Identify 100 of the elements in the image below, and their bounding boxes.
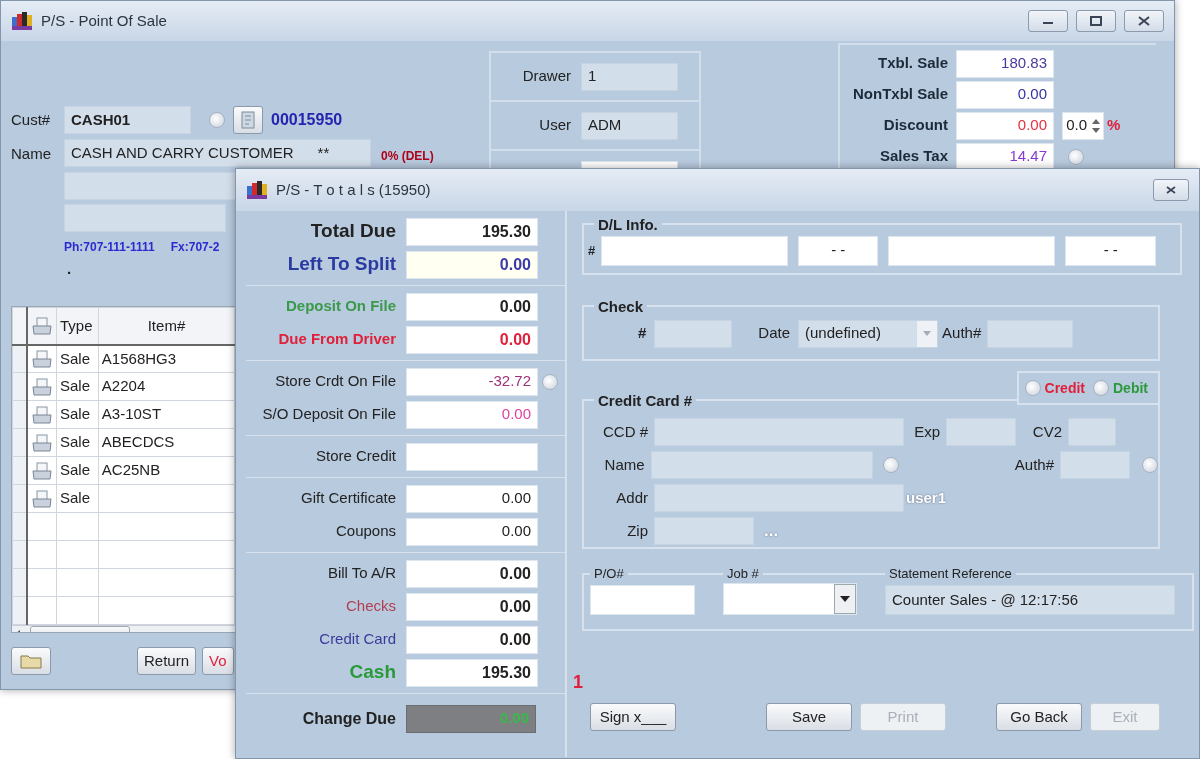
close-button[interactable] (1153, 179, 1189, 201)
column-header: Item# (98, 307, 235, 345)
tray-icon (31, 348, 53, 369)
statement-field[interactable]: Counter Sales - @ 12:17:56 (885, 585, 1175, 615)
address-field[interactable] (654, 484, 904, 512)
amount-field[interactable]: 0.00 (406, 484, 538, 513)
customer-field[interactable]: CASH01 (64, 106, 191, 134)
maximize-button[interactable] (1076, 10, 1116, 32)
amount-field[interactable]: 0.00 (406, 517, 538, 546)
discount-spinner[interactable]: 0.0 (1062, 111, 1104, 140)
license-field[interactable] (888, 235, 1056, 266)
tray-icon (31, 488, 53, 509)
amount-field[interactable]: 0.00 (406, 592, 538, 621)
action-button[interactable]: Vo (202, 647, 234, 675)
field-label: Zip (626, 520, 648, 541)
table-cell: ABECDCS (98, 428, 235, 457)
check-number-field[interactable] (654, 319, 733, 348)
cv2-field[interactable] (1068, 418, 1116, 446)
zip-field[interactable] (654, 517, 754, 545)
amount-field[interactable]: 0.00 (406, 559, 538, 588)
lookup-button[interactable] (233, 106, 263, 134)
field-label: # (588, 241, 596, 260)
radio-button[interactable] (882, 457, 899, 473)
amount-field[interactable]: 0.00 (406, 325, 538, 354)
amount-label: Total Due (309, 219, 396, 244)
license-field[interactable]: - - (1065, 235, 1157, 266)
field-label: User (538, 115, 571, 136)
close-icon (1166, 186, 1176, 194)
amount-label: Due From Driver (277, 329, 396, 350)
auth-field[interactable] (1060, 451, 1130, 479)
radio-button[interactable] (209, 112, 225, 128)
radio-button[interactable] (1142, 457, 1158, 473)
document-icon (241, 111, 255, 129)
summary-label: Sales Tax (878, 146, 948, 167)
amount-field[interactable]: 0.00 (406, 250, 538, 279)
caret-icon (840, 596, 850, 602)
session-field[interactable]: 1 (581, 62, 678, 91)
amount-label: Change Due (301, 708, 396, 729)
amount-label: Cash (348, 660, 396, 685)
note-text: . (67, 259, 72, 279)
tray-icon (31, 404, 53, 425)
radio-button[interactable] (1024, 380, 1041, 396)
invoice-number: 00015950 (271, 110, 343, 130)
amount-field[interactable]: 195.30 (406, 658, 538, 687)
change-due-field: 0.00 (406, 704, 536, 733)
summary-field[interactable]: 14.47 (956, 142, 1054, 171)
app-icon (246, 180, 268, 200)
close-icon (1138, 16, 1150, 26)
field-label: Date (758, 323, 791, 344)
table-cell: Sale (56, 484, 99, 513)
tray-icon (31, 460, 53, 481)
table-cell: A3-10ST (98, 400, 235, 429)
column-header: Type (56, 307, 99, 345)
date-dropdown[interactable]: (undefined) (798, 319, 939, 348)
auth-field[interactable] (987, 319, 1074, 348)
radio-button[interactable] (1068, 148, 1084, 165)
dialog-button[interactable]: Go Back (996, 703, 1082, 731)
summary-label: Txbl. Sale (876, 53, 948, 74)
expiry-field[interactable] (946, 418, 1016, 446)
summary-field[interactable]: 0.00 (956, 80, 1054, 109)
session-field[interactable]: ADM (581, 111, 678, 140)
dialog-button[interactable]: Save (766, 703, 852, 731)
name-field[interactable]: CASH AND CARRY CUSTOMER ** (64, 139, 371, 167)
amount-label: Deposit On File (285, 296, 396, 317)
amount-field[interactable]: -32.72 (406, 367, 538, 396)
action-button[interactable]: Return (137, 647, 197, 675)
radio-button[interactable] (1093, 380, 1109, 396)
summary-field[interactable]: 180.83 (956, 49, 1054, 78)
field-label: Name (11, 144, 52, 164)
table-cell: Sale (56, 456, 99, 485)
table-cell: A1568HG3 (98, 344, 235, 373)
amount-label: Bill To A/R (326, 563, 396, 584)
name-field[interactable] (650, 451, 873, 479)
close-button[interactable] (1124, 10, 1164, 32)
amount-field[interactable]: 0.00 (406, 400, 538, 429)
card-number-field[interactable] (654, 418, 904, 446)
amount-field[interactable]: 0.00 (406, 292, 538, 321)
dialog-button[interactable]: Sign x___ (590, 703, 676, 731)
amount-field[interactable]: 0.00 (406, 625, 538, 654)
field-label: Auth# (1013, 454, 1054, 475)
license-field[interactable] (601, 235, 789, 266)
job-dropdown[interactable] (723, 583, 857, 615)
app-icon (11, 11, 33, 31)
tray-icon (31, 432, 53, 453)
amount-field[interactable]: 195.30 (406, 217, 538, 246)
table-cell: Sale (56, 400, 99, 429)
amount-label: Gift Certificate (299, 488, 396, 509)
minimize-button[interactable] (1028, 10, 1068, 32)
license-field[interactable]: - - (798, 235, 879, 266)
amount-field[interactable] (406, 442, 538, 471)
summary-field[interactable]: 0.00 (956, 111, 1054, 140)
radio-button[interactable] (542, 373, 558, 390)
fax-text: Fx:707-2 (170, 239, 220, 256)
folder-button[interactable] (11, 647, 51, 675)
amount-label: Coupons (334, 521, 396, 542)
po-field[interactable] (590, 585, 695, 615)
amount-label: Credit Card (318, 629, 396, 650)
address-field[interactable] (64, 204, 226, 232)
maximize-icon (1090, 16, 1102, 26)
percent-sign: % (1107, 115, 1121, 136)
